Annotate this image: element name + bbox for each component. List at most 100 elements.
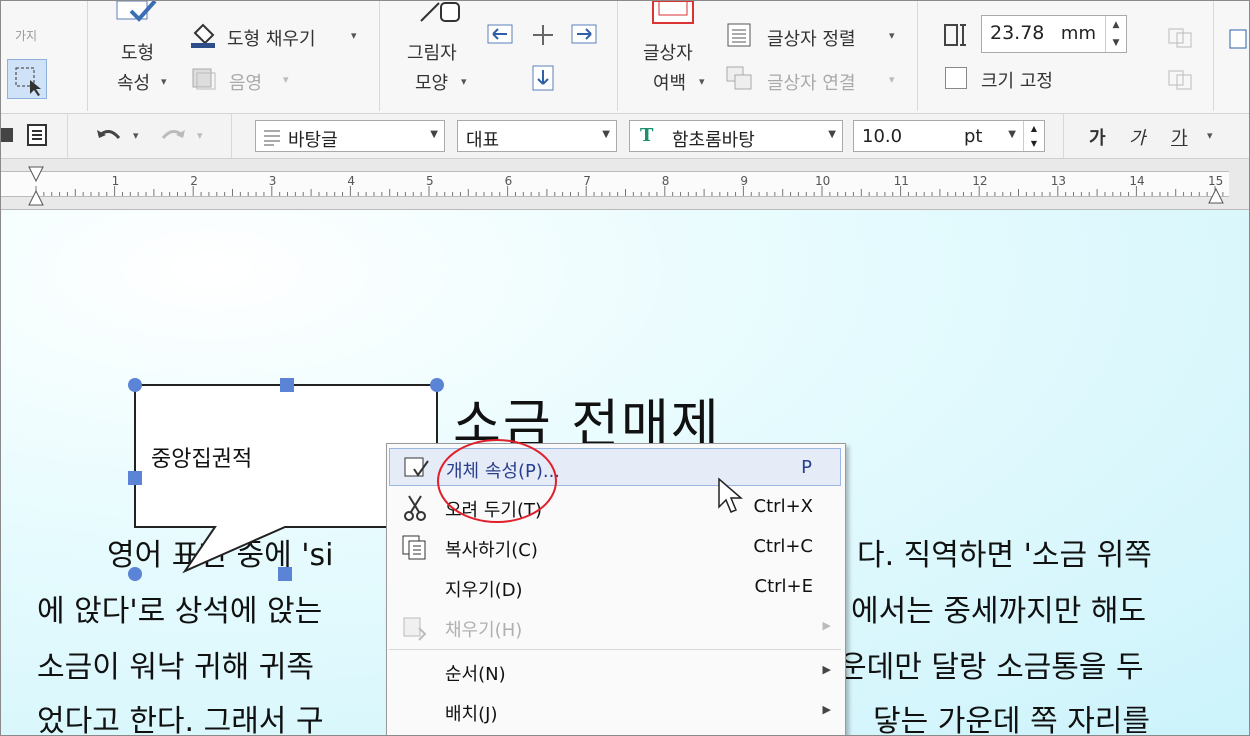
shadow-icon [191,67,217,95]
submenu-arrow-icon: ▶ [822,703,831,716]
ruler-track: 1 2 3 4 5 6 7 8 9 10 11 12 13 14 15 [1,171,1229,197]
style-select[interactable]: 바탕글 ▼ [255,120,445,152]
line-text-left: 소금이 워낙 귀해 귀족 [37,650,315,685]
submenu-arrow-icon: ▶ [822,619,831,632]
font-size-unit: pt [964,126,983,147]
group-icon [1167,25,1195,53]
width-value: 23.78 [990,22,1045,44]
width-icon [943,23,971,53]
line-text-right: 다. 직역하면 '소금 위쪽 [857,538,1152,573]
font-size-input[interactable]: 10.0 pt ▼ ▲ ▼ [853,120,1045,152]
ruler-number: 3 [268,174,277,188]
ruler-number: 13 [1050,174,1067,188]
text-align-label[interactable]: 글상자 정렬 [767,25,856,51]
ruler-number: 9 [740,174,749,188]
ruler-number: 7 [583,174,591,188]
shape-props-label-1[interactable]: 도형 [121,39,154,65]
font-size-spinner[interactable]: ▲ ▼ [1023,121,1044,151]
menu-item-label: 지우기(D) [445,580,523,601]
menu-separator [389,649,841,650]
chevron-down-icon: ▾ [461,75,467,88]
chevron-down-icon[interactable]: ▾ [351,29,357,42]
menu-item-label: 순서(N) [445,664,506,685]
mouse-cursor-icon [718,477,744,513]
resize-handle-icon [278,567,292,581]
resize-handle-icon [280,378,294,392]
menu-item-copy[interactable]: 복사하기(C) Ctrl+C [389,528,841,566]
app-window: 가지 도형 속성 ▾ 도형 채우기 ▾ 음영 ▾ 그림자 모양 ▾ 글상자 여백… [0,0,1250,736]
line-text-right: 에서는 중세까지만 해도 [851,594,1147,629]
shape-props-label-2[interactable]: 속성 [117,69,150,95]
width-spinner[interactable]: ▲ ▼ [1105,16,1126,52]
print-icon[interactable] [1,124,15,150]
menu-shortcut: P [801,457,812,478]
ribbon: 가지 도형 속성 ▾ 도형 채우기 ▾ 음영 ▾ 그림자 모양 ▾ 글상자 여백… [1,1,1249,114]
text-align-icon[interactable] [727,23,751,51]
fix-size-checkbox[interactable] [945,67,967,89]
ungroup-icon [1167,67,1195,95]
spin-down-icon[interactable]: ▼ [1106,34,1126,52]
style-value: 바탕글 [288,130,338,151]
paint-bucket-icon[interactable] [189,23,217,53]
highlight-circle [437,439,557,523]
fix-size-label[interactable]: 크기 고정 [981,67,1053,93]
italic-button[interactable]: 가 [1129,124,1146,150]
copy-icon [402,535,426,560]
chevron-down-icon[interactable]: ▾ [133,129,139,142]
indent-marker-icon[interactable] [27,165,45,213]
width-input[interactable]: 23.78 mm ▲ ▼ [981,15,1127,53]
textbox-margin-label-1[interactable]: 글상자 [643,39,693,65]
font-size-value: 10.0 [862,126,903,147]
more-ribbon-icon[interactable] [1229,29,1249,55]
menu-item-label: 복사하기(C) [445,540,538,561]
ruler-number: 10 [815,174,831,188]
chevron-down-icon: ▼ [602,129,610,140]
style2-value: 대표 [466,130,500,151]
menu-shortcut: Ctrl+E [754,576,813,597]
chevron-down-icon[interactable]: ▼ [1008,129,1016,140]
shape-props-icon[interactable] [115,1,163,29]
menu-item-fill: 채우기(H) ▶ [389,608,841,646]
picture-shape-icon[interactable] [419,1,463,31]
text-link-label: 글상자 연결 [767,73,856,94]
menu-shortcut: Ctrl+X [753,496,813,517]
chevron-down-icon: ▼ [430,129,438,140]
center-plus-icon[interactable] [531,23,555,51]
font-select[interactable]: T 함초롬바탕 ▼ [629,120,843,152]
chevron-down-icon: ▾ [699,75,705,88]
right-indent-marker-icon[interactable] [1207,185,1225,209]
menu-item-arrange[interactable]: 배치(J) ▶ [389,692,841,730]
shape-fill-label[interactable]: 도형 채우기 [227,25,316,51]
scissors-icon [404,495,426,521]
chevron-down-icon[interactable]: ▾ [889,29,895,42]
resize-handle-icon [128,567,142,581]
style2-select[interactable]: 대표 ▼ [457,120,617,152]
underline-button[interactable]: 가 [1171,124,1188,150]
chevron-down-icon: ▾ [197,129,203,142]
paragraph-style-icon [264,130,280,146]
menu-item-label: 채우기(H) [445,620,523,641]
undo-icon[interactable] [95,126,123,150]
document-icon[interactable] [27,124,49,152]
picture-shape-label-1[interactable]: 그림자 [407,39,457,65]
ruler-number: 14 [1129,174,1145,188]
align-left-arrow-icon[interactable] [487,23,513,51]
redo-icon [159,126,187,150]
menu-shortcut: Ctrl+C [753,536,813,557]
menu-item-delete[interactable]: 지우기(D) Ctrl+E [389,568,841,606]
spin-up-icon[interactable]: ▲ [1106,16,1126,34]
select-object-icon[interactable] [7,59,47,99]
align-right-arrow-icon[interactable] [571,23,597,51]
textbox-margin-icon[interactable] [651,1,697,31]
width-unit: mm [1060,23,1096,44]
object-properties-icon [404,457,429,477]
menu-item-order[interactable]: 순서(N) ▶ [389,652,841,690]
bold-button[interactable]: 가 [1089,124,1106,150]
horizontal-ruler[interactable]: 1 2 3 4 5 6 7 8 9 10 11 12 13 14 15 [1,159,1249,213]
ruler-number: 5 [426,174,434,188]
align-bottom-arrow-icon[interactable] [531,65,555,95]
fill-icon [403,617,427,641]
picture-shape-label-2[interactable]: 모양 [415,69,448,95]
chevron-down-icon[interactable]: ▾ [1207,129,1213,142]
textbox-margin-label-2[interactable]: 여백 [653,69,686,95]
